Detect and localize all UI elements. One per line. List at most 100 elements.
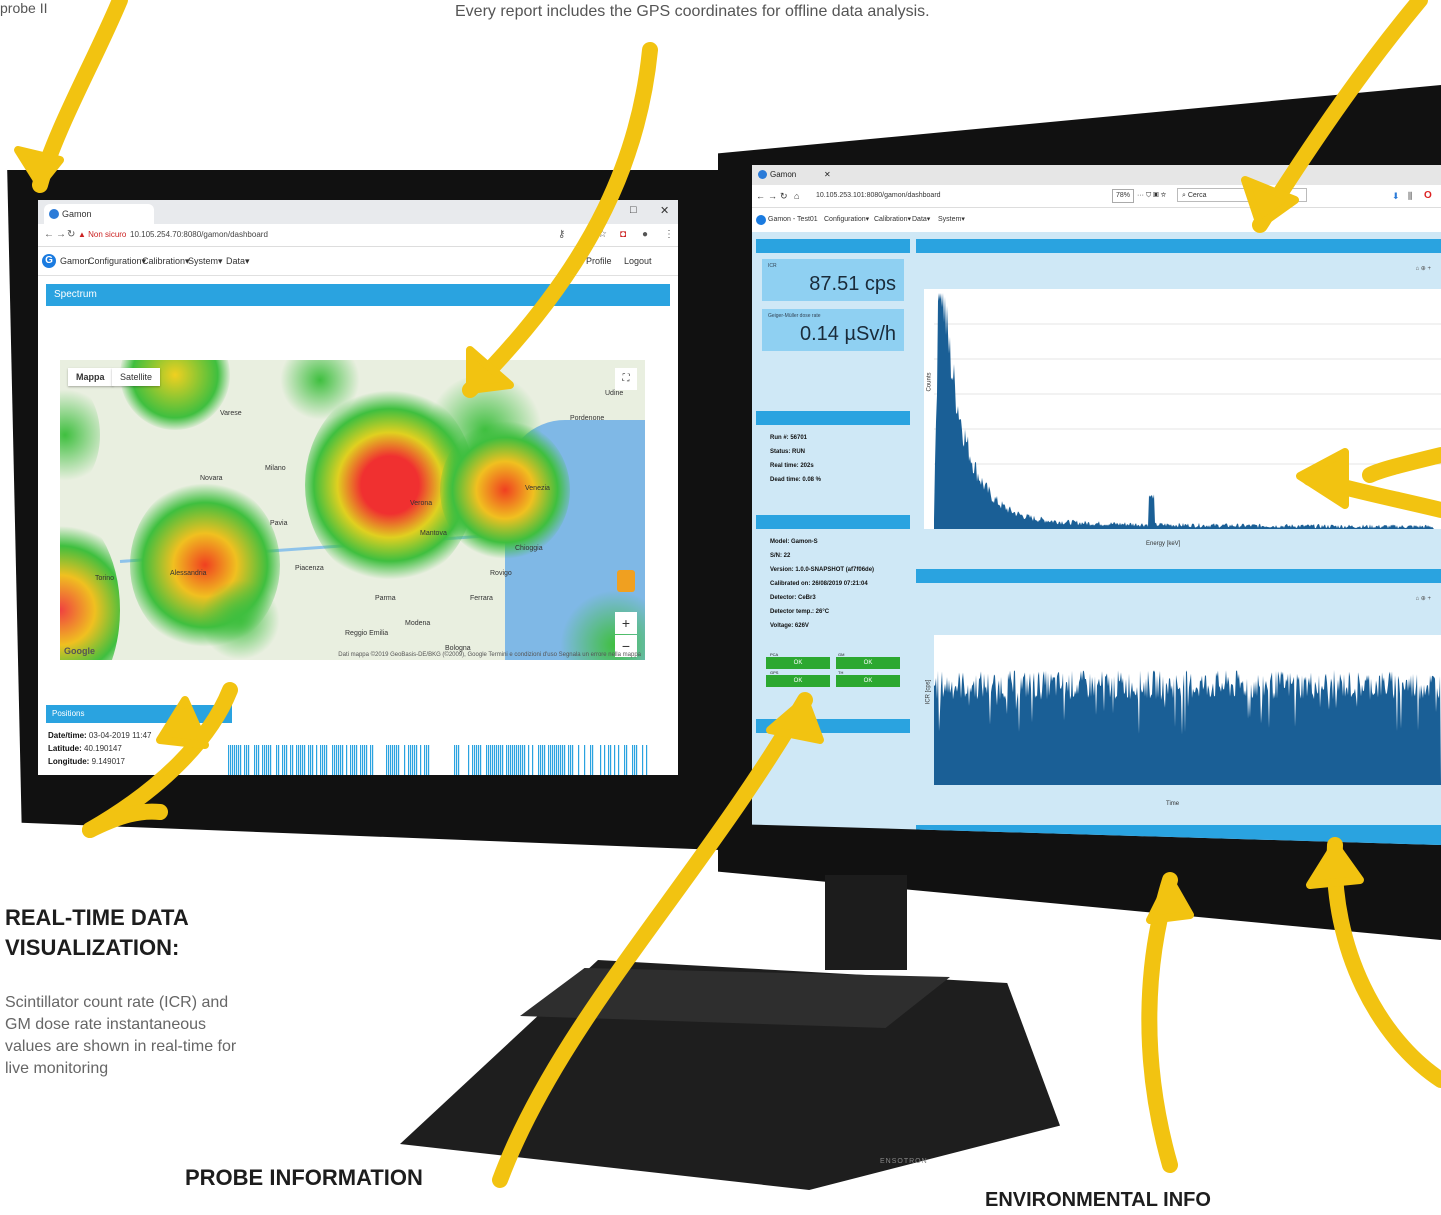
barcode-bar bbox=[632, 745, 634, 775]
icr-card: ICR 87.51 cps bbox=[762, 259, 904, 301]
street-view-pegman-icon[interactable] bbox=[617, 570, 635, 592]
minimize-icon[interactable]: – bbox=[598, 204, 604, 216]
browser-tab[interactable]: Gamon bbox=[44, 204, 154, 224]
key-icon[interactable]: ⚷ bbox=[558, 224, 565, 246]
barcode-bar bbox=[428, 745, 430, 775]
trend-panel-header bbox=[916, 569, 1441, 583]
menu-dots-icon[interactable]: ⋮ bbox=[664, 224, 674, 246]
barcode-bar bbox=[424, 745, 426, 775]
forward-icon[interactable]: → bbox=[56, 224, 66, 246]
search-input[interactable]: ⌕ Cerca bbox=[1177, 188, 1307, 202]
gamon-favicon-icon bbox=[758, 170, 767, 179]
barcode-bar bbox=[312, 745, 314, 775]
nav-configuration[interactable]: Configuration▾ bbox=[824, 208, 869, 232]
heatmap-map[interactable]: Udine Pordenone Varese Milano Novara Pav… bbox=[60, 360, 645, 660]
barcode-bar bbox=[510, 745, 512, 775]
app-name[interactable]: Gamon - Test01 bbox=[768, 208, 818, 232]
map-type-map-button[interactable]: Mappa bbox=[68, 368, 113, 386]
download-icon[interactable]: ⬇ bbox=[1392, 185, 1400, 207]
barcode-bar bbox=[508, 745, 510, 775]
barcode-bar bbox=[564, 745, 566, 775]
barcode-bar bbox=[548, 745, 550, 775]
nav-profile[interactable]: Profile bbox=[586, 247, 612, 275]
barcode-bar bbox=[396, 745, 398, 775]
page-actions-icon[interactable]: ··· ⛉ ▣ ☆ bbox=[1137, 185, 1166, 207]
nav-data[interactable]: Data▾ bbox=[226, 247, 250, 275]
barcode-bar bbox=[416, 745, 418, 775]
barcode-bar bbox=[264, 745, 266, 775]
run-card: Run #: 56701 Status: RUN Real time: 202s… bbox=[762, 429, 904, 499]
barcode-bar bbox=[278, 745, 280, 775]
barcode-bar bbox=[572, 745, 574, 775]
barcode-bar bbox=[410, 745, 412, 775]
icr-value: 87.51 cps bbox=[809, 273, 896, 295]
address-bar[interactable]: ← → ↻ ▲ Non sicuro 10.105.254.70:8080/ga… bbox=[38, 224, 678, 247]
trend-y-label: ICR [cps] bbox=[925, 679, 932, 705]
barcode-bar bbox=[646, 745, 648, 775]
probe-panel-header bbox=[756, 515, 910, 529]
nav-logout[interactable]: Logout bbox=[624, 247, 652, 275]
map-city-label: Chioggia bbox=[515, 545, 543, 552]
barcode-bar bbox=[550, 745, 552, 775]
back-icon[interactable]: ← bbox=[44, 224, 54, 246]
barcode-bar bbox=[372, 745, 374, 775]
monitor-stand-neck bbox=[825, 875, 907, 970]
map-type-satellite-button[interactable]: Satellite bbox=[112, 368, 161, 386]
barcode-bar bbox=[512, 745, 514, 775]
probe-detector: Detector: CeBr3 bbox=[770, 595, 816, 601]
map-city-label: Parma bbox=[375, 595, 396, 602]
left-screen: Gamon – □ ✕ ← → ↻ ▲ Non sicuro 10.105.25… bbox=[38, 200, 678, 775]
chart-toolbar-icon[interactable]: ⌂ ⊕ + bbox=[1416, 265, 1432, 272]
reload-icon[interactable]: ↻ bbox=[780, 185, 788, 207]
nav-data[interactable]: Data▾ bbox=[912, 208, 930, 232]
barcode-bar bbox=[268, 745, 270, 775]
gamon-favicon-icon bbox=[49, 209, 59, 219]
nav-system[interactable]: System▾ bbox=[188, 247, 223, 275]
spectrum-y-label: Counts bbox=[926, 372, 933, 392]
url-text[interactable]: 10.105.254.70:8080/gamon/dashboard bbox=[130, 224, 268, 246]
nav-calibration[interactable]: Calibration▾ bbox=[874, 208, 911, 232]
probe-version: Version: 1.0.0-SNAPSHOT (af7f06de) bbox=[770, 567, 875, 573]
barcode-bar bbox=[544, 745, 546, 775]
close-icon[interactable]: ✕ bbox=[660, 204, 669, 217]
run-dead-time: Dead time: 0.08 % bbox=[770, 477, 822, 483]
environmental-heading: ENVIRONMENTAL INFO bbox=[985, 1189, 1211, 1211]
nav-calibration[interactable]: Calibration▾ bbox=[142, 247, 190, 275]
url-text[interactable]: 10.105.253.101:8080/gamon/dashboard bbox=[816, 185, 941, 207]
heat-spot bbox=[60, 380, 100, 490]
app-name[interactable]: Gamon bbox=[60, 247, 90, 275]
barcode-bar bbox=[600, 745, 602, 775]
star-icon[interactable]: ☆ bbox=[598, 224, 607, 246]
nav-system[interactable]: System▾ bbox=[938, 208, 965, 232]
map-city-label: Novara bbox=[200, 475, 223, 482]
maximize-icon[interactable]: □ bbox=[630, 204, 637, 216]
forward-icon[interactable]: → bbox=[768, 185, 777, 207]
library-icon[interactable]: ⫼ bbox=[1408, 185, 1412, 207]
adblock-icon[interactable]: O bbox=[1424, 185, 1432, 207]
barcode-bar bbox=[426, 745, 428, 775]
barcode-bar bbox=[234, 745, 236, 775]
zoom-in-button[interactable]: + bbox=[615, 612, 637, 634]
barcode-bar bbox=[408, 745, 410, 775]
barcode-bar bbox=[366, 745, 368, 775]
google-logo: Google bbox=[64, 646, 95, 656]
home-icon[interactable]: ⌂ bbox=[794, 185, 799, 207]
fullscreen-icon[interactable]: ⛶ bbox=[615, 368, 637, 390]
barcode-bar bbox=[336, 745, 338, 775]
datetime-label: Date/time: bbox=[48, 731, 87, 740]
trend-x-label: Time bbox=[1166, 801, 1180, 807]
barcode-bar bbox=[338, 745, 340, 775]
spectrum-plot-area bbox=[924, 289, 1441, 529]
close-tab-icon[interactable]: ✕ bbox=[824, 165, 831, 185]
extension-shield-icon[interactable]: ◘ bbox=[620, 224, 626, 246]
reload-icon[interactable]: ↻ bbox=[67, 224, 75, 246]
search-placeholder: Cerca bbox=[1187, 192, 1207, 199]
nav-configuration[interactable]: Configuration▾ bbox=[88, 247, 146, 275]
chart-toolbar-icon[interactable]: ⌂ ⊕ + bbox=[1416, 595, 1432, 602]
barcode-bar bbox=[256, 745, 258, 775]
address-bar[interactable]: ← → ↻ ⌂ 10.105.253.101:8080/gamon/dashbo… bbox=[752, 185, 1441, 208]
zoom-level[interactable]: 78% bbox=[1112, 189, 1135, 203]
account-icon[interactable]: ● bbox=[642, 224, 648, 246]
back-icon[interactable]: ← bbox=[756, 185, 765, 207]
tab-title[interactable]: Gamon bbox=[770, 165, 796, 185]
